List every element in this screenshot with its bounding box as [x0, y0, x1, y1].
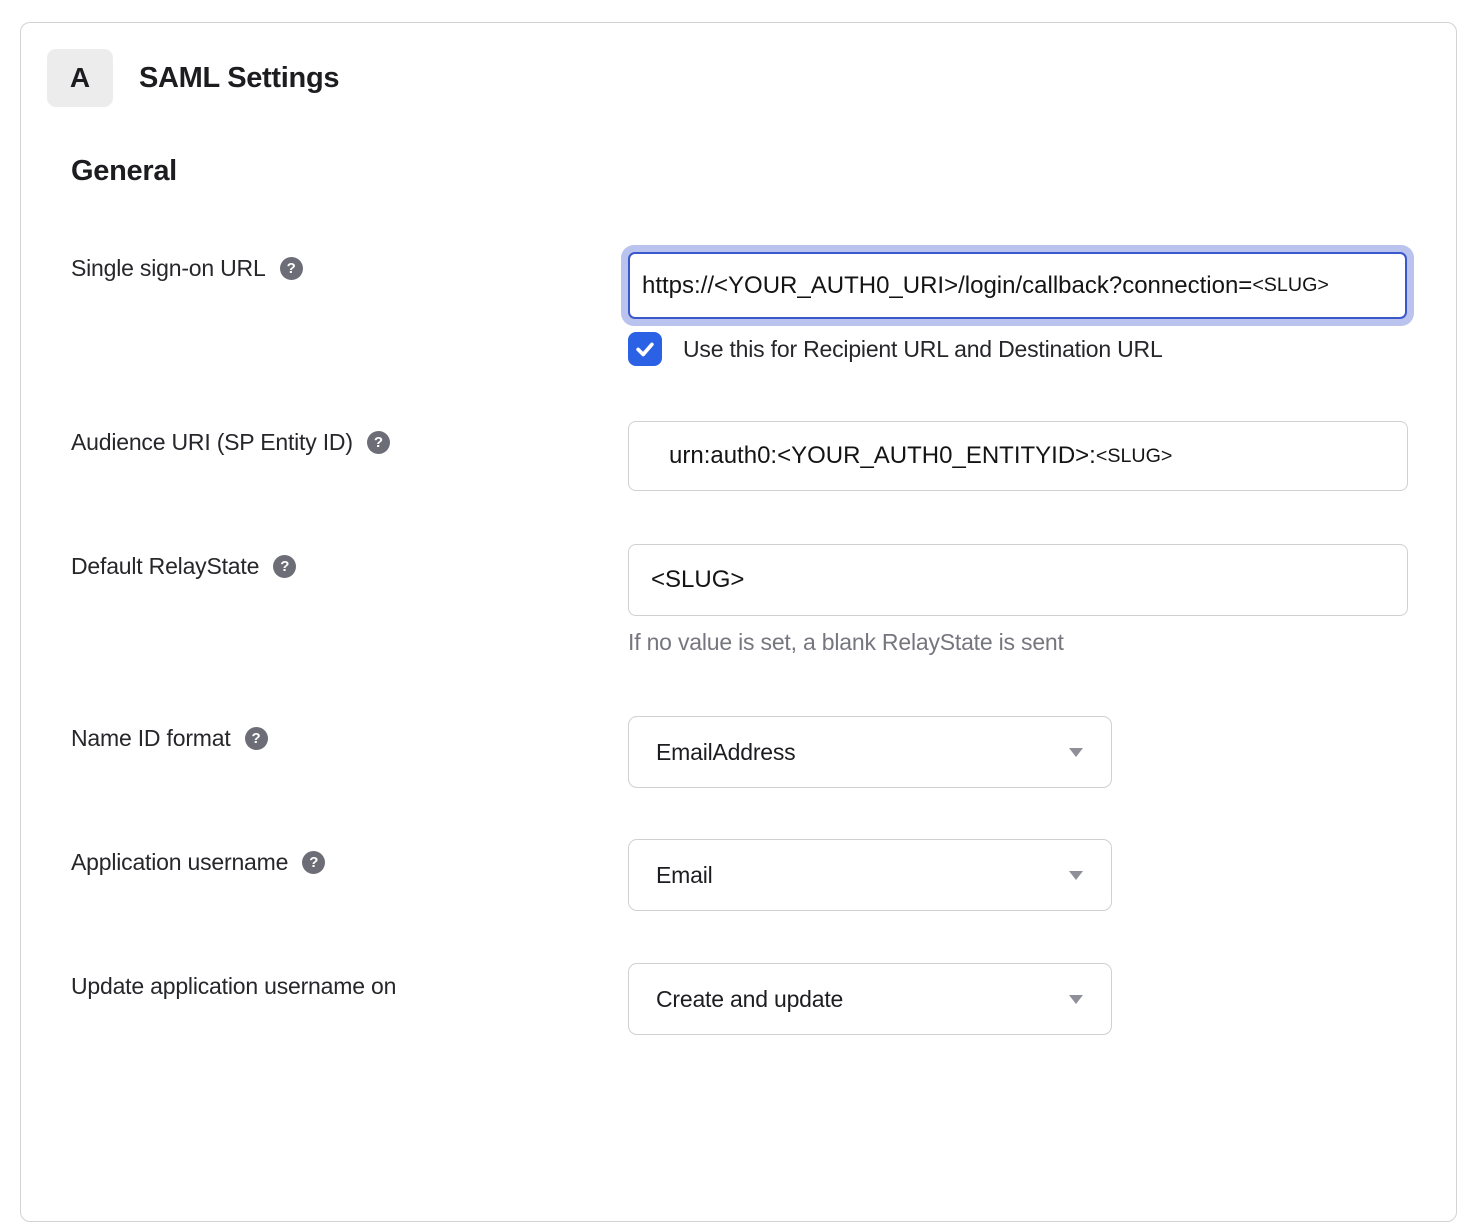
audience-uri-value: urn:auth0:<YOUR_AUTH0_ENTITYID>: — [669, 442, 1096, 470]
help-icon[interactable]: ? — [302, 851, 325, 874]
audience-uri-label-text: Audience URI (SP Entity ID) — [71, 429, 353, 456]
relay-state-value: <SLUG> — [651, 566, 744, 594]
checkmark-icon — [634, 338, 656, 360]
card-header: A SAML Settings — [47, 49, 339, 107]
update-app-username-label: Update application username on — [71, 973, 396, 1000]
audience-uri-input[interactable]: urn:auth0:<YOUR_AUTH0_ENTITYID>:<SLUG> — [628, 421, 1408, 491]
help-icon[interactable]: ? — [367, 431, 390, 454]
relay-state-label-text: Default RelayState — [71, 553, 259, 580]
chevron-down-icon — [1069, 748, 1083, 757]
name-id-format-value: EmailAddress — [656, 739, 796, 766]
app-username-label-text: Application username — [71, 849, 288, 876]
update-app-username-select[interactable]: Create and update — [628, 963, 1112, 1035]
page-title: SAML Settings — [139, 62, 339, 95]
recipient-url-checkbox-row: Use this for Recipient URL and Destinati… — [628, 332, 1163, 366]
sso-url-input[interactable]: https://<YOUR_AUTH0_URI>/login/callback?… — [628, 252, 1407, 319]
help-icon[interactable]: ? — [280, 257, 303, 280]
sso-url-value-slug: <SLUG> — [1252, 274, 1329, 297]
update-app-username-value: Create and update — [656, 986, 843, 1013]
section-heading-general: General — [71, 155, 177, 188]
recipient-url-checkbox-label[interactable]: Use this for Recipient URL and Destinati… — [683, 336, 1163, 363]
sso-url-label-text: Single sign-on URL — [71, 255, 266, 282]
name-id-format-label: Name ID format ? — [71, 725, 268, 752]
app-username-select[interactable]: Email — [628, 839, 1112, 911]
help-icon[interactable]: ? — [273, 555, 296, 578]
relay-state-input[interactable]: <SLUG> — [628, 544, 1408, 616]
saml-settings-card: A SAML Settings General Single sign-on U… — [20, 22, 1457, 1222]
name-id-format-label-text: Name ID format — [71, 725, 231, 752]
update-app-username-label-text: Update application username on — [71, 973, 396, 1000]
audience-uri-label: Audience URI (SP Entity ID) ? — [71, 429, 390, 456]
chevron-down-icon — [1069, 871, 1083, 880]
chevron-down-icon — [1069, 995, 1083, 1004]
name-id-format-select[interactable]: EmailAddress — [628, 716, 1112, 788]
audience-uri-value-slug: <SLUG> — [1096, 445, 1173, 468]
help-icon[interactable]: ? — [245, 727, 268, 750]
relay-state-label: Default RelayState ? — [71, 553, 296, 580]
app-username-value: Email — [656, 862, 713, 889]
recipient-url-checkbox[interactable] — [628, 332, 662, 366]
sso-url-label: Single sign-on URL ? — [71, 255, 303, 282]
relay-state-helper-text: If no value is set, a blank RelayState i… — [628, 629, 1064, 656]
sso-url-focus-ring: https://<YOUR_AUTH0_URI>/login/callback?… — [621, 245, 1414, 326]
sso-url-value: https://<YOUR_AUTH0_URI>/login/callback?… — [642, 272, 1252, 300]
step-badge: A — [47, 49, 113, 107]
app-username-label: Application username ? — [71, 849, 325, 876]
